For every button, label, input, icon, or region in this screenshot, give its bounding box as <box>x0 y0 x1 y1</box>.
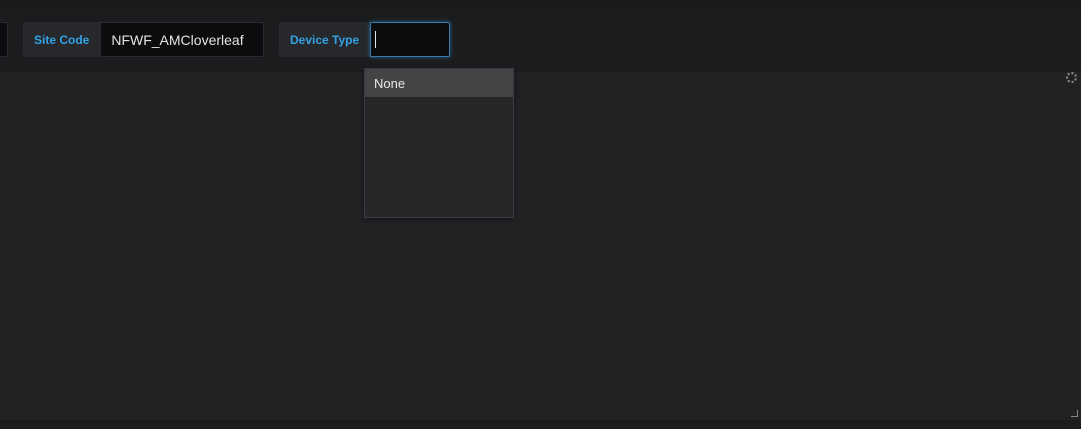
device-type-input[interactable] <box>370 22 451 57</box>
site-code-label: Site Code <box>34 32 90 47</box>
site-code-input[interactable] <box>100 22 265 57</box>
device-type-dropdown: None <box>364 68 514 218</box>
bottom-strip <box>0 420 1081 429</box>
text-cursor <box>375 31 376 48</box>
main-panel <box>0 72 1081 420</box>
device-type-filter: Device Type <box>279 22 451 57</box>
site-code-filter: Site Code <box>23 22 265 57</box>
spinner-icon <box>1066 72 1077 83</box>
resize-handle-icon[interactable] <box>1071 410 1078 417</box>
clipped-filter-input[interactable] <box>0 22 8 57</box>
filter-toolbar: Site Code Device Type <box>0 0 1081 72</box>
dashboard: Site Code Device Type None <box>0 0 1081 429</box>
device-type-label: Device Type <box>290 32 360 47</box>
dropdown-option-none[interactable]: None <box>365 69 513 97</box>
